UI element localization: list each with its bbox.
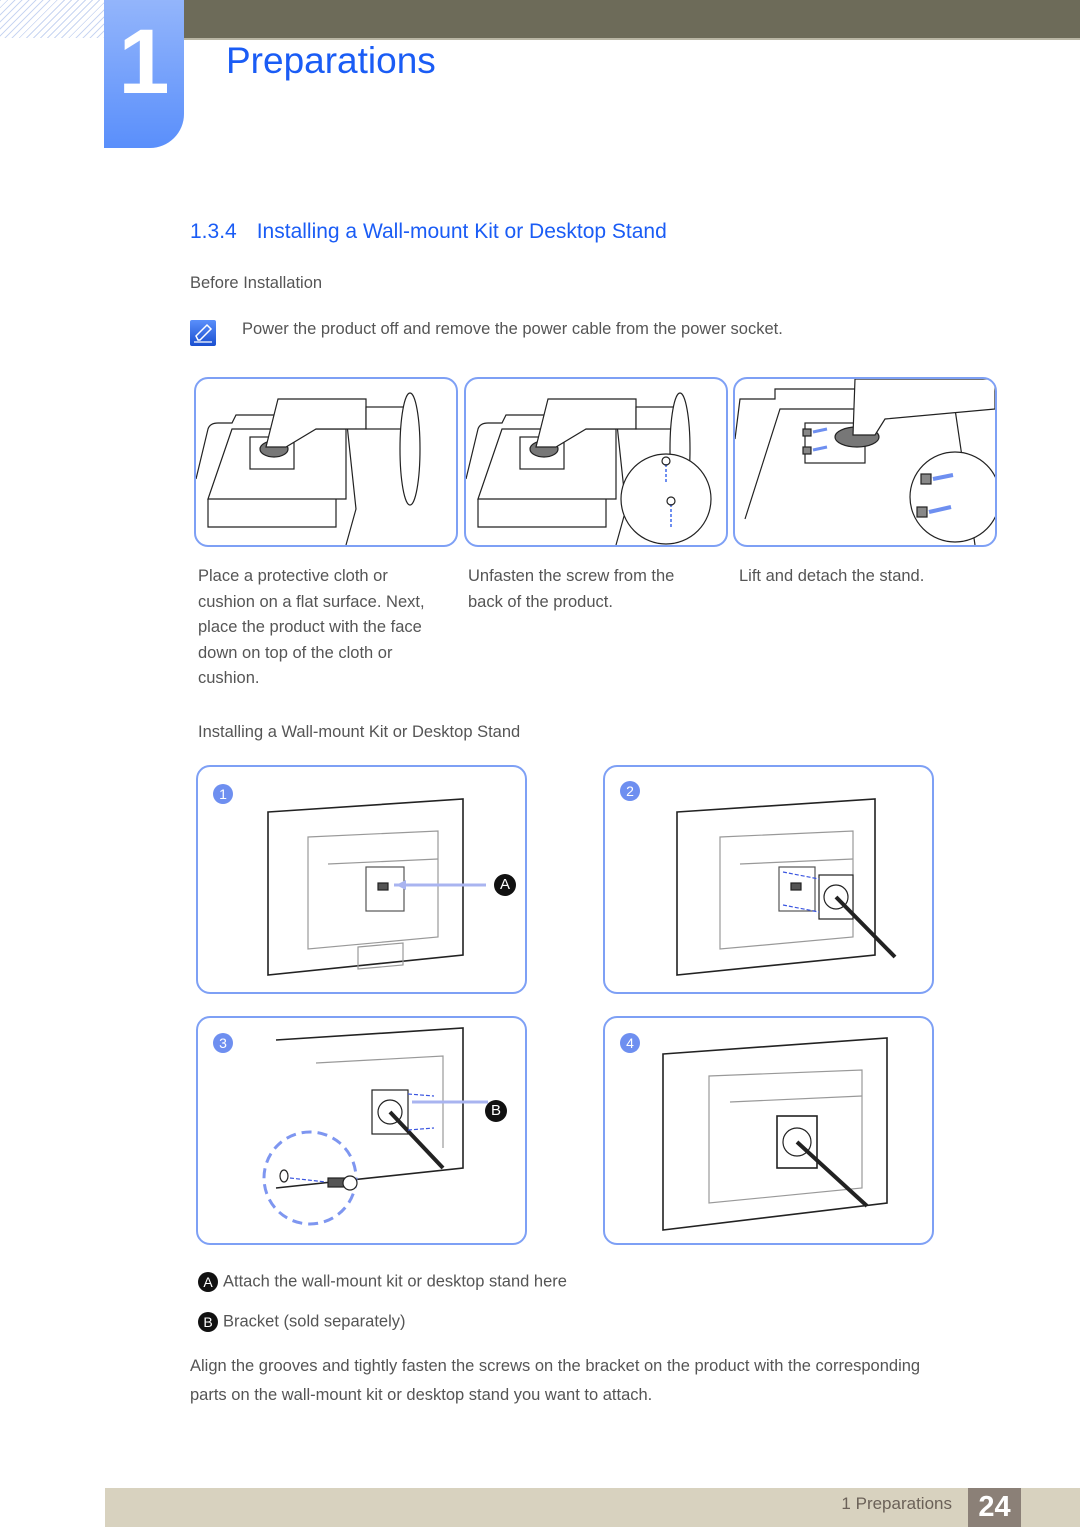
caption-line: Lift and detach the stand.: [739, 567, 925, 585]
step-caption: Place a protective cloth or cushion on a…: [198, 564, 425, 692]
figure-detach-stand: [733, 377, 997, 547]
figure-unfasten-screw: [464, 377, 728, 547]
note-pen-icon: [190, 320, 216, 346]
figure-step-3: 3 B: [196, 1016, 527, 1245]
instruction-paragraph: Align the grooves and tightly fasten the…: [190, 1352, 920, 1410]
figure-step-4: 4: [603, 1016, 934, 1245]
chapter-number: 1: [118, 11, 170, 113]
step-badge: 3: [213, 1033, 233, 1053]
step-badge: 2: [620, 781, 640, 801]
figure-place-on-cloth: [194, 377, 458, 547]
legend-badge-b: B: [198, 1312, 218, 1332]
section-title: Installing a Wall-mount Kit or Desktop S…: [256, 220, 667, 243]
caption-line: cushion on a flat surface. Next,: [198, 592, 425, 611]
figure-step-2: 2: [603, 765, 934, 994]
step-caption: Lift and detach the stand.: [739, 564, 924, 590]
figure-step-1: 1 A: [196, 765, 527, 994]
step-caption: Unfasten the screw from the back of the …: [468, 564, 674, 615]
page-number: 24: [968, 1488, 1021, 1527]
caption-line: back of the product.: [468, 592, 613, 611]
legend-text: Attach the wall-mount kit or desktop sta…: [223, 1272, 567, 1291]
callout-badge-a: A: [494, 874, 516, 896]
step-badge: 1: [213, 784, 233, 804]
caption-line: Place a protective cloth or: [198, 567, 388, 585]
caption-line: cushion.: [198, 669, 260, 687]
chapter-title: Preparations: [226, 40, 436, 81]
step-badge: 4: [620, 1033, 640, 1053]
instruction-line: Align the grooves and tightly fasten the…: [190, 1357, 921, 1375]
note-text: Power the product off and remove the pow…: [242, 320, 783, 338]
caption-line: Unfasten the screw from the: [468, 567, 675, 585]
footer-chapter-label: 1 Preparations: [841, 1494, 952, 1513]
instruction-line: parts on the wall-mount kit or desktop s…: [190, 1386, 653, 1404]
legend-item-a: A Attach the wall-mount kit or desktop st…: [198, 1272, 567, 1292]
caption-line: place the product with the face: [198, 618, 422, 636]
before-installation-heading: Before Installation: [190, 274, 323, 292]
legend-text: Bracket (sold separately): [223, 1312, 406, 1331]
legend-item-b: B Bracket (sold separately): [198, 1312, 406, 1332]
callout-badge-b: B: [485, 1100, 507, 1122]
header-bar: [184, 0, 1080, 40]
chapter-tab: 1: [104, 0, 184, 148]
section-number: 1.3.4: [190, 220, 237, 243]
caption-line: down on top of the cloth or: [198, 643, 393, 662]
decorative-hatch: [0, 0, 104, 38]
legend-badge-a: A: [198, 1272, 218, 1292]
installing-heading: Installing a Wall-mount Kit or Desktop S…: [198, 723, 521, 741]
section-heading: 1.3.4 Installing a Wall-mount Kit or Desk…: [190, 220, 667, 244]
